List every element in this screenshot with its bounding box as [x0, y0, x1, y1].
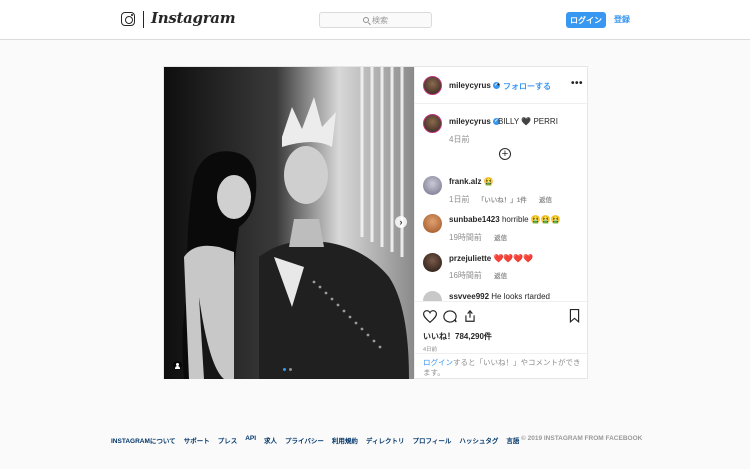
- more-options-icon[interactable]: •••: [571, 78, 583, 89]
- top-navigation-bar: Instagram 検索 ログイン 登録: [0, 0, 750, 40]
- add-icon[interactable]: +: [499, 148, 511, 160]
- comment-username[interactable]: frank.alz: [449, 177, 481, 186]
- copyright: © 2019 INSTAGRAM FROM FACEBOOK: [521, 435, 643, 442]
- comment-avatar[interactable]: [423, 214, 442, 233]
- header-separator: •: [497, 80, 500, 89]
- author-username[interactable]: mileycyrus ✓: [449, 81, 500, 90]
- comment-meta: 19時間前 返信: [449, 232, 507, 243]
- follow-button[interactable]: フォローする: [503, 81, 551, 92]
- share-icon[interactable]: [463, 309, 477, 323]
- comment-text: ❤️❤️❤️❤️: [493, 254, 534, 263]
- comment-time[interactable]: 16時間前: [449, 271, 482, 280]
- reply-button[interactable]: 返信: [539, 197, 552, 204]
- search-placeholder: 検索: [372, 15, 388, 25]
- comment-avatar[interactable]: [423, 253, 442, 272]
- author-avatar[interactable]: [423, 76, 442, 95]
- comment-time[interactable]: 19時間前: [449, 233, 482, 242]
- caption-text: BILLY 🖤 PERRI: [498, 117, 558, 126]
- comment-avatar[interactable]: [423, 176, 442, 195]
- footer-link-privacy[interactable]: プライバシー: [285, 435, 324, 445]
- footer-link-jobs[interactable]: 求人: [264, 435, 277, 445]
- reply-button[interactable]: 返信: [494, 235, 507, 242]
- heart-icon[interactable]: [423, 310, 437, 323]
- footer-links: INSTAGRAMについて サポート プレス API 求人 プライバシー 利用規…: [111, 435, 519, 445]
- comment-time[interactable]: 1日前: [449, 195, 469, 204]
- comment-2: sunbabe1423 horrible 🤮🤮🤮: [449, 215, 561, 224]
- footer-link-language[interactable]: 言語: [506, 435, 519, 445]
- instagram-logo[interactable]: Instagram: [151, 9, 236, 27]
- footer-link-support[interactable]: サポート: [184, 435, 210, 445]
- user-tag-icon[interactable]: [173, 361, 182, 370]
- post-sidebar: mileycyrus ✓ • フォローする ••• mileycyrus ✓ BIL…: [414, 67, 589, 379]
- caption-author-text: mileycyrus: [449, 117, 491, 126]
- post-header: mileycyrus ✓ • フォローする •••: [415, 67, 589, 104]
- login-prompt-link[interactable]: ログイン: [423, 358, 453, 367]
- signup-link[interactable]: 登録: [614, 14, 630, 25]
- search-input[interactable]: 検索: [319, 12, 432, 28]
- logo-divider: [143, 11, 144, 28]
- carousel-dot: [289, 368, 292, 371]
- login-prompt: ログインすると「いいね！」やコメントができます。: [415, 353, 589, 378]
- post-photo[interactable]: ›: [164, 67, 414, 379]
- comment-icon[interactable]: [443, 310, 457, 323]
- footer-link-press[interactable]: プレス: [218, 435, 238, 445]
- likes-count[interactable]: いいね！784,290件: [423, 331, 492, 342]
- footer-link-about[interactable]: INSTAGRAMについて: [111, 435, 176, 445]
- caption-author[interactable]: mileycyrus ✓: [449, 117, 500, 126]
- carousel-dot-active: [283, 368, 286, 371]
- comment-text: horrible 🤮🤮🤮: [501, 215, 561, 224]
- comment-text: 🤮: [483, 177, 494, 186]
- instagram-glyph-icon[interactable]: [121, 12, 135, 26]
- comment-avatar[interactable]: [423, 291, 442, 301]
- login-button[interactable]: ログイン: [566, 12, 606, 28]
- comment-meta: 1日前 「いいね！」1件 返信: [449, 194, 552, 205]
- footer-link-api[interactable]: API: [245, 435, 256, 445]
- caption-author-avatar[interactable]: [423, 114, 442, 133]
- footer-link-hashtags[interactable]: ハッシュタグ: [459, 435, 498, 445]
- post-photo-image: [164, 67, 414, 379]
- search-icon: [363, 17, 369, 23]
- next-photo-arrow-icon[interactable]: ›: [395, 216, 407, 228]
- comment-4: ssvvee992 He looks rtarded: [449, 292, 550, 301]
- bookmark-icon[interactable]: [569, 309, 580, 323]
- post-card: › mileycyrus ✓ • フォローする ••• mileycyrus ✓ B…: [163, 66, 589, 379]
- carousel-indicator: [283, 368, 292, 371]
- author-username-text: mileycyrus: [449, 81, 491, 90]
- comment-1: frank.alz 🤮: [449, 177, 494, 186]
- caption-time: 4日前: [449, 135, 470, 144]
- post-actions: いいね！784,290件 4日前 ログインすると「いいね！」やコメントができます…: [415, 301, 589, 379]
- footer-link-directory[interactable]: ディレクトリ: [366, 435, 405, 445]
- comment-meta: 16時間前 返信: [449, 270, 507, 281]
- post-date[interactable]: 4日前: [423, 345, 437, 353]
- comment-username[interactable]: przejuliette: [449, 254, 491, 263]
- comment-username[interactable]: ssvvee992: [449, 292, 489, 301]
- footer-link-profiles[interactable]: プロフィール: [412, 435, 451, 445]
- comment-text: He looks rtarded: [491, 292, 550, 301]
- comment-username[interactable]: sunbabe1423: [449, 215, 500, 224]
- comment-3: przejuliette ❤️❤️❤️❤️: [449, 254, 533, 263]
- reply-button[interactable]: 返信: [494, 273, 507, 280]
- comment-likes[interactable]: 「いいね！」1件: [478, 197, 527, 204]
- footer-link-terms[interactable]: 利用規約: [332, 435, 358, 445]
